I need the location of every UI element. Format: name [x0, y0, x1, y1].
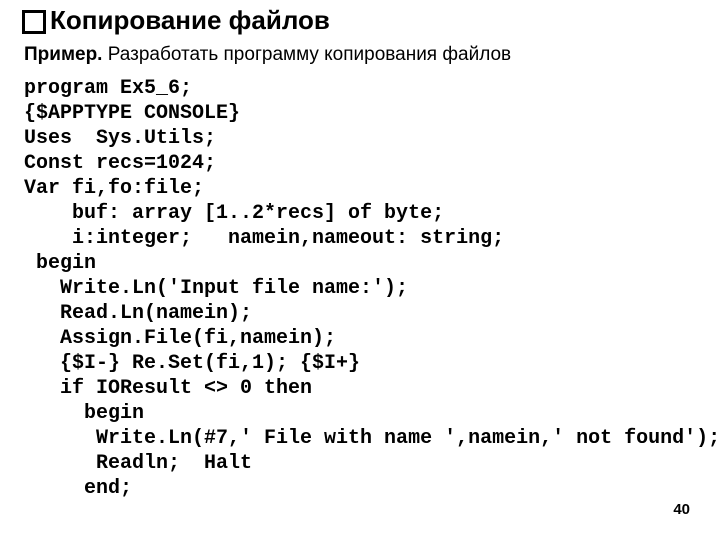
bullet-square-icon — [22, 10, 46, 34]
page-number: 40 — [673, 501, 690, 518]
subtitle-text: Разработать программу копирования файлов — [102, 44, 511, 65]
subtitle-bold: Пример. — [24, 44, 102, 65]
page-title: Копирование файлов — [50, 5, 330, 36]
code-block: program Ex5_6; {$APPTYPE CONSOLE} Uses S… — [24, 76, 700, 501]
example-subtitle: Пример. Разработать программу копировани… — [24, 44, 511, 66]
